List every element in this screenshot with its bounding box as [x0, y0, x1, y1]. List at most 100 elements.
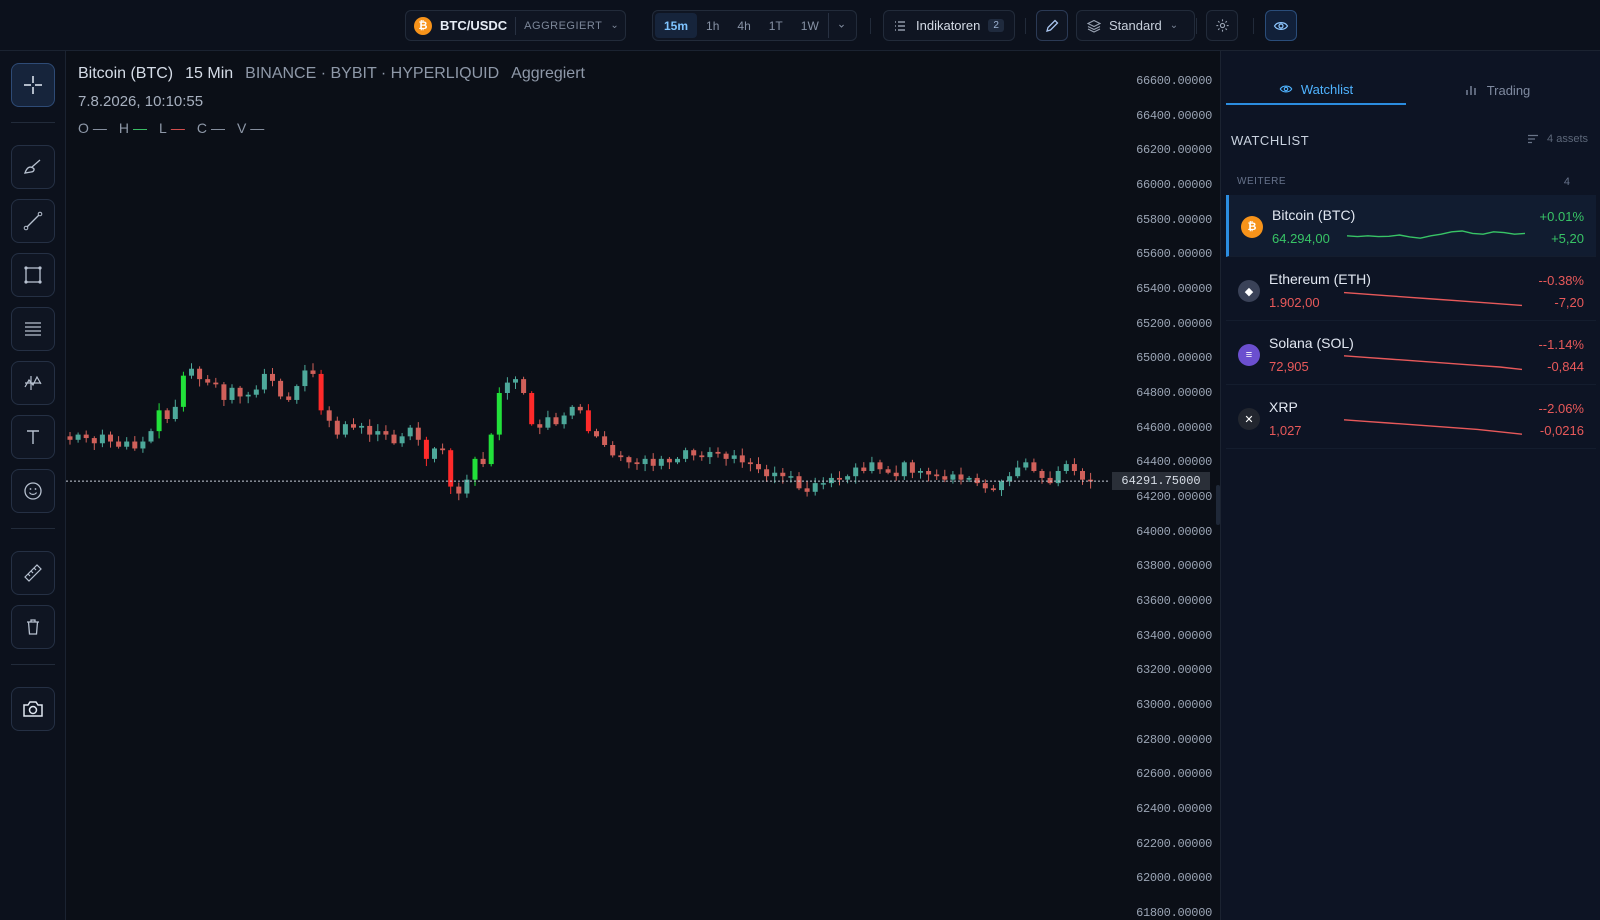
price-tick: 65000.00000 — [1136, 351, 1212, 366]
candle-body — [966, 477, 972, 480]
trend-line-tool[interactable] — [11, 199, 55, 243]
asset-count[interactable]: 4 assets — [1527, 133, 1588, 145]
candle-body — [351, 424, 356, 428]
candle-body — [91, 438, 97, 444]
timeframe-more-button[interactable] — [828, 13, 854, 38]
crosshair-tool[interactable] — [11, 63, 55, 107]
candle-body — [407, 427, 413, 437]
candle-body — [715, 451, 721, 454]
brush-tool[interactable] — [11, 145, 55, 189]
candle-body — [950, 474, 956, 480]
candle-body — [853, 467, 859, 477]
candle-body — [626, 457, 632, 463]
xrp-icon: ✕ — [1238, 408, 1260, 430]
sparkline-path — [1344, 291, 1522, 307]
trading-app: ₿ BTC/USDC AGGREGIERT ⌄ 15m 1h 4h 1T 1W … — [0, 0, 1600, 920]
fib-lines-tool[interactable] — [11, 307, 55, 351]
candle-body — [318, 373, 324, 411]
brush-icon — [24, 159, 41, 174]
delete-drawings-button[interactable] — [11, 605, 55, 649]
candle-body — [172, 406, 178, 419]
tab-watchlist[interactable]: Watchlist — [1226, 75, 1406, 105]
candle-body — [334, 420, 340, 435]
gear-icon — [1215, 19, 1229, 32]
timeframe-1t[interactable]: 1T — [760, 13, 792, 38]
asset-name: Ethereum (ETH) — [1269, 271, 1371, 287]
chart-style-selector[interactable]: Standard ⌄ — [1076, 10, 1195, 41]
candle-body — [942, 476, 948, 480]
candle-body — [1063, 464, 1069, 471]
pattern-icon — [24, 375, 42, 390]
candle-body — [245, 394, 251, 397]
watchlist-item-btc[interactable]: ₿ Bitcoin (BTC) 64.294,00 +0.01% +5,20 — [1226, 195, 1596, 257]
legend-close: C — — [196, 120, 225, 136]
candle-body — [861, 467, 867, 471]
candle-body — [804, 488, 810, 492]
timeframe-1h[interactable]: 1h — [697, 13, 728, 38]
indicators-count-badge: 2 — [988, 19, 1004, 32]
candle-body — [229, 387, 235, 400]
timeframe-15m[interactable]: 15m — [655, 13, 698, 38]
watchlist-heading: WATCHLIST — [1231, 133, 1310, 148]
candle-body — [756, 464, 761, 470]
sparkline-path — [1344, 355, 1522, 371]
divider — [515, 16, 517, 35]
trash-icon — [27, 619, 39, 635]
candle-body — [164, 410, 170, 419]
legend-volume: V — — [236, 120, 265, 136]
text-tool[interactable] — [11, 415, 55, 459]
candle-body — [148, 431, 154, 442]
timeframe-1w[interactable]: 1W — [792, 13, 828, 38]
trend-line-icon — [23, 211, 43, 231]
tab-watchlist-label: Watchlist — [1300, 81, 1354, 97]
pattern-tool[interactable] — [11, 361, 55, 405]
candle-body — [440, 448, 446, 451]
watchlist-item-sol[interactable]: ≡ Solana (SOL) 72,905 --1.14% -0,844 — [1226, 323, 1596, 385]
candle-body — [561, 415, 567, 425]
sparkline — [1344, 419, 1522, 435]
candlestick-chart[interactable] — [66, 51, 1220, 920]
ruler-tool[interactable] — [11, 551, 55, 595]
candle-body — [367, 425, 373, 435]
candle-body — [197, 368, 203, 380]
emoji-tool[interactable] — [11, 469, 55, 513]
asset-name: Solana (SOL) — [1269, 335, 1354, 351]
sort-icon — [1528, 134, 1539, 144]
top-toolbar: ₿ BTC/USDC AGGREGIERT ⌄ 15m 1h 4h 1T 1W … — [0, 0, 1600, 51]
group-label[interactable]: WEITERE — [1237, 176, 1286, 187]
candle-body — [432, 448, 437, 459]
candle-body — [375, 431, 381, 435]
candle-body — [1023, 462, 1029, 468]
candle-body — [513, 379, 518, 383]
timeframe-4h[interactable]: 4h — [728, 13, 759, 38]
settings-button[interactable] — [1206, 10, 1238, 41]
candle-body — [342, 424, 348, 435]
candle-body — [1047, 477, 1053, 484]
candle-body — [893, 472, 899, 477]
indicators-button[interactable]: Indikatoren 2 — [883, 10, 1015, 41]
price-tick: 64200.00000 — [1136, 490, 1212, 504]
asset-name: Bitcoin (BTC) — [1272, 207, 1356, 223]
candle-body — [383, 431, 389, 435]
legend-datetime: 7.8.2026, 10:10:55 — [78, 93, 204, 110]
emoji-icon — [24, 482, 42, 500]
ethereum-icon: ◆ — [1238, 280, 1260, 302]
candle-body — [1015, 467, 1021, 477]
divider — [11, 122, 55, 123]
candle-body — [1031, 462, 1037, 471]
pencil-icon — [1046, 19, 1059, 32]
watchlist-item-xrp[interactable]: ✕ XRP 1,027 --2.06% -0,0216 — [1226, 387, 1596, 449]
watchlist-item-eth[interactable]: ◆ Ethereum (ETH) 1.902,00 --0.38% -7,20 — [1226, 259, 1596, 321]
visibility-button[interactable] — [1265, 10, 1297, 41]
draw-button[interactable] — [1036, 10, 1068, 41]
candle-body — [934, 474, 940, 477]
candle-body — [83, 434, 89, 439]
screenshot-button[interactable] — [11, 687, 55, 731]
chart-area[interactable]: Bitcoin (BTC) 15 Min BINANCE · BYBIT · H… — [66, 51, 1220, 920]
symbol-selector[interactable]: ₿ BTC/USDC AGGREGIERT ⌄ — [405, 10, 626, 41]
candle-body — [634, 462, 640, 465]
rectangle-tool[interactable] — [11, 253, 55, 297]
candle-body — [261, 373, 267, 390]
asset-change-percent: +0.01% — [1539, 209, 1584, 224]
tab-trading[interactable]: Trading — [1406, 75, 1589, 105]
